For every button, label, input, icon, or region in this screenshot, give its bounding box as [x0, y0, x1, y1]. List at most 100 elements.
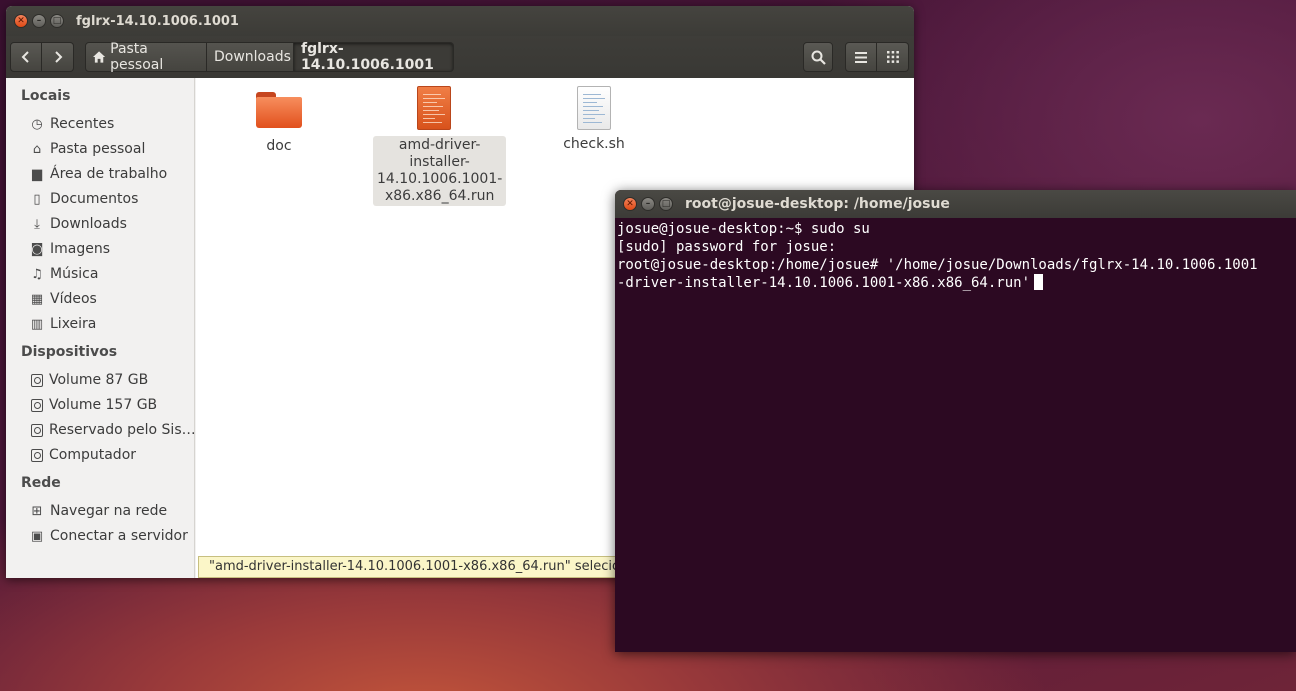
- drive-icon: [31, 398, 43, 412]
- film-icon: ▦: [30, 291, 44, 307]
- sidebar-section-dispositivos: Dispositivos: [21, 344, 118, 360]
- maximize-window-button[interactable]: □: [50, 14, 64, 28]
- terminal-title: root@josue-desktop: /home/josue: [685, 196, 950, 212]
- file-label-line: installer-: [409, 154, 470, 170]
- search-button[interactable]: [803, 42, 833, 72]
- drive-icon: [31, 373, 43, 387]
- sidebar-item-musica[interactable]: ♫ Música: [30, 263, 98, 285]
- breadcrumb-downloads-label: Downloads: [214, 49, 291, 65]
- close-icon: ✕: [17, 15, 25, 26]
- sidebar-item-label: Reservado pelo Sis…: [49, 422, 196, 438]
- sidebar-section-rede: Rede: [21, 475, 61, 491]
- list-view-icon: [855, 51, 867, 63]
- home-icon: ⌂: [32, 141, 42, 157]
- sidebar-item-label: Downloads: [50, 216, 127, 232]
- script-file-icon: [417, 86, 451, 130]
- music-icon: ♫: [31, 266, 43, 282]
- sidebar-item-label: Imagens: [50, 241, 111, 257]
- close-window-button[interactable]: ✕: [623, 197, 637, 211]
- breadcrumb-home-label: Pasta pessoal: [110, 41, 164, 73]
- sidebar-item-label: Conectar a servidor: [50, 528, 188, 544]
- server-icon: ▣: [30, 528, 44, 544]
- chevron-right-icon: [54, 51, 62, 63]
- sidebar-item-pasta-pessoal[interactable]: ⌂ Pasta pessoal: [30, 138, 145, 160]
- grid-view-icon: [886, 51, 899, 63]
- folder-icon: [256, 92, 302, 128]
- sidebar-item-label: Documentos: [50, 191, 139, 207]
- sidebar-item-label: Área de trabalho: [50, 166, 168, 182]
- sidebar-item-label: Volume 87 GB: [49, 372, 149, 388]
- file-label-selected: amd-driver- installer- 14.10.1006.1001- …: [373, 136, 507, 206]
- terminal-window: ✕ – □ root@josue-desktop: /home/josue jo…: [615, 190, 1296, 652]
- clock-icon: ◷: [31, 116, 43, 132]
- sidebar-item-conectar-a-servidor[interactable]: ▣ Conectar a servidor: [30, 525, 188, 547]
- file-label-line: amd-driver-: [398, 137, 481, 153]
- maximize-icon: □: [52, 15, 62, 26]
- sidebar-section-locais: Locais: [21, 88, 71, 104]
- terminal-line-with-cursor: -driver-installer-14.10.1006.1001-x86.x8…: [617, 274, 1294, 292]
- status-bar: "amd-driver-installer-14.10.1006.1001-x8…: [198, 556, 628, 578]
- terminal-line: [sudo] password for josue:: [617, 239, 837, 255]
- sidebar-item-videos[interactable]: ▦ Vídeos: [30, 288, 97, 310]
- sidebar-item-reservado[interactable]: Reservado pelo Sis…: [30, 419, 196, 441]
- file-label-line: x86.x86_64.run: [384, 188, 495, 204]
- minimize-window-button[interactable]: –: [32, 14, 46, 28]
- terminal-line: josue@josue-desktop:~$ sudo su: [617, 221, 870, 237]
- sidebar-item-downloads[interactable]: ⤓ Downloads: [30, 213, 127, 235]
- grid-view-button[interactable]: [877, 42, 909, 72]
- back-button[interactable]: [10, 42, 42, 72]
- minimize-icon: –: [36, 15, 42, 26]
- maximize-window-button[interactable]: □: [659, 197, 673, 211]
- sidebar-item-label: Volume 157 GB: [49, 397, 158, 413]
- sidebar-item-area-de-trabalho[interactable]: ▆ Área de trabalho: [30, 163, 167, 185]
- network-icon: ⊞: [31, 503, 43, 519]
- breadcrumb-downloads[interactable]: Downloads: [207, 42, 294, 72]
- home-icon: [93, 51, 106, 63]
- sidebar-item-label: Vídeos: [50, 291, 97, 307]
- file-label-line: 14.10.1006.1001-: [377, 171, 503, 187]
- folder-icon: ▆: [32, 166, 42, 182]
- download-icon: ⤓: [34, 216, 40, 232]
- sidebar-item-label: Computador: [49, 447, 137, 463]
- minimize-window-button[interactable]: –: [641, 197, 655, 211]
- file-label: doc: [266, 138, 292, 154]
- file-item-doc[interactable]: doc: [244, 92, 314, 154]
- sidebar-item-volume-157[interactable]: Volume 157 GB: [30, 394, 157, 416]
- chevron-left-icon: [21, 51, 29, 63]
- terminal-line: -driver-installer-14.10.1006.1001-x86.x8…: [617, 275, 1031, 291]
- minimize-icon: –: [645, 198, 651, 209]
- breadcrumb-current[interactable]: fglrx-14.10.1006.1001: [294, 41, 454, 73]
- sidebar-item-label: Lixeira: [50, 316, 97, 332]
- file-item-check-sh[interactable]: check.sh: [554, 86, 634, 152]
- sidebar-item-navegar-na-rede[interactable]: ⊞ Navegar na rede: [30, 500, 168, 522]
- window-title: fglrx-14.10.1006.1001: [76, 13, 239, 29]
- sidebar-item-label: Recentes: [50, 116, 115, 132]
- maximize-icon: □: [661, 198, 671, 209]
- sidebar-item-lixeira[interactable]: ▥ Lixeira: [30, 313, 97, 335]
- list-view-button[interactable]: [845, 42, 877, 72]
- close-window-button[interactable]: ✕: [14, 14, 28, 28]
- terminal-output[interactable]: josue@josue-desktop:~$ sudo su [sudo] pas…: [615, 218, 1296, 294]
- sidebar-item-recentes[interactable]: ◷ Recentes: [30, 113, 114, 135]
- breadcrumb-current-label: fglrx-14.10.1006.1001: [301, 41, 434, 73]
- terminal-cursor: [1034, 274, 1044, 290]
- file-item-installer[interactable]: amd-driver- installer- 14.10.1006.1001- …: [373, 86, 507, 206]
- sidebar-item-label: Música: [50, 266, 99, 282]
- sidebar-item-documentos[interactable]: ▯ Documentos: [30, 188, 138, 210]
- toolbar: Pasta pessoal Downloads fglrx-14.10.1006…: [6, 36, 914, 78]
- drive-icon: [31, 448, 43, 462]
- sidebar-item-computador[interactable]: Computador: [30, 444, 136, 466]
- search-icon: [811, 50, 826, 65]
- sidebar-item-label: Pasta pessoal: [50, 141, 146, 157]
- trash-icon: ▥: [30, 316, 44, 332]
- terminal-titlebar[interactable]: ✕ – □ root@josue-desktop: /home/josue: [615, 190, 1296, 218]
- sidebar: Locais ◷ Recentes ⌂ Pasta pessoal ▆ Área de…: [6, 78, 196, 578]
- file-manager-titlebar[interactable]: ✕ – □ fglrx-14.10.1006.1001: [6, 6, 914, 36]
- script-file-icon: [577, 86, 611, 130]
- sidebar-item-volume-87[interactable]: Volume 87 GB: [30, 369, 148, 391]
- camera-icon: ◙: [30, 241, 44, 257]
- breadcrumb-home[interactable]: Pasta pessoal: [85, 41, 207, 73]
- forward-button[interactable]: [42, 42, 74, 72]
- sidebar-item-label: Navegar na rede: [50, 503, 168, 519]
- sidebar-item-imagens[interactable]: ◙ Imagens: [30, 238, 110, 260]
